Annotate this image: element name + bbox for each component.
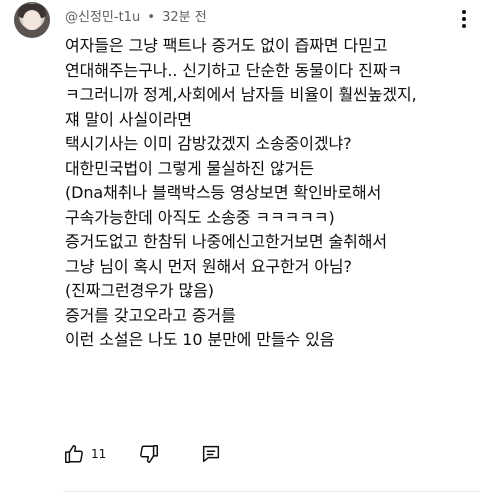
- dislike-button[interactable]: [138, 443, 160, 465]
- comment-line: 연대해주는구나.. 신기하고 단순한 동물이다 진짜ㅋ: [65, 60, 402, 80]
- comment-line: (진짜그런경우가 많음): [65, 281, 214, 300]
- header-separator: •: [147, 10, 155, 25]
- comment-line: 여자들은 그냥 팩트나 증거도 없이 즙짜면 다믿고: [65, 36, 388, 55]
- comment-body: 여자들은 그냥 팩트나 증거도 없이 즙짜면 다믿고 연대해주는구나.. 신기하…: [65, 34, 475, 353]
- thumbs-up-icon: [65, 445, 83, 463]
- avatar[interactable]: [14, 2, 50, 38]
- comment-line: ㅋ그러니까 정계,사회에서 남자들 비율이 훨씬높겠지,: [65, 85, 417, 104]
- comment-line: 대한민국법이 그렇게 물실하진 않거든: [65, 158, 314, 178]
- comment-card: @신정민-t1u • 32분 전 여자들은 그냥 팩트나 증거도 없이 즙짜면 …: [0, 0, 480, 492]
- comment-actions: 11: [63, 440, 222, 468]
- comment-line: 증거를 갖고오라고 증거를: [65, 305, 236, 325]
- more-vert-icon[interactable]: [462, 10, 466, 31]
- comment-time[interactable]: 32분 전: [162, 10, 207, 25]
- reply-button[interactable]: [200, 443, 222, 465]
- comment-header: @신정민-t1u • 32분 전: [65, 6, 207, 25]
- thumbs-down-icon: [140, 445, 159, 463]
- comment-line: (Dna채취나 블랙박스등 영상보면 확인바로해서: [65, 183, 382, 202]
- comment-line: 구속가능한데 아직도 소송중 ㅋㅋㅋㅋㅋ): [65, 207, 335, 227]
- avatar-face: [23, 10, 41, 30]
- comment-line: 그냥 님이 혹시 먼저 원해서 요구한거 아님?: [65, 256, 352, 276]
- author-handle[interactable]: @신정민-t1u: [65, 10, 140, 25]
- like-button[interactable]: 11: [63, 443, 106, 465]
- more-dot: [462, 24, 466, 28]
- comment-line: 이런 소설은 나도 10 분만에 만들수 있음: [65, 330, 335, 349]
- comment-line: 쟤 말이 사실이라면: [65, 109, 192, 129]
- comment-line: 증거도없고 한참뒤 나중에신고한거보면 술취해서: [65, 232, 387, 251]
- comment-reply-icon: [203, 445, 220, 463]
- more-dot: [462, 10, 466, 14]
- more-dot: [462, 17, 466, 21]
- comment-line: 택시기사는 이미 감방갔겠지 소송중이겠냐?: [65, 134, 352, 153]
- like-count: 11: [91, 447, 107, 461]
